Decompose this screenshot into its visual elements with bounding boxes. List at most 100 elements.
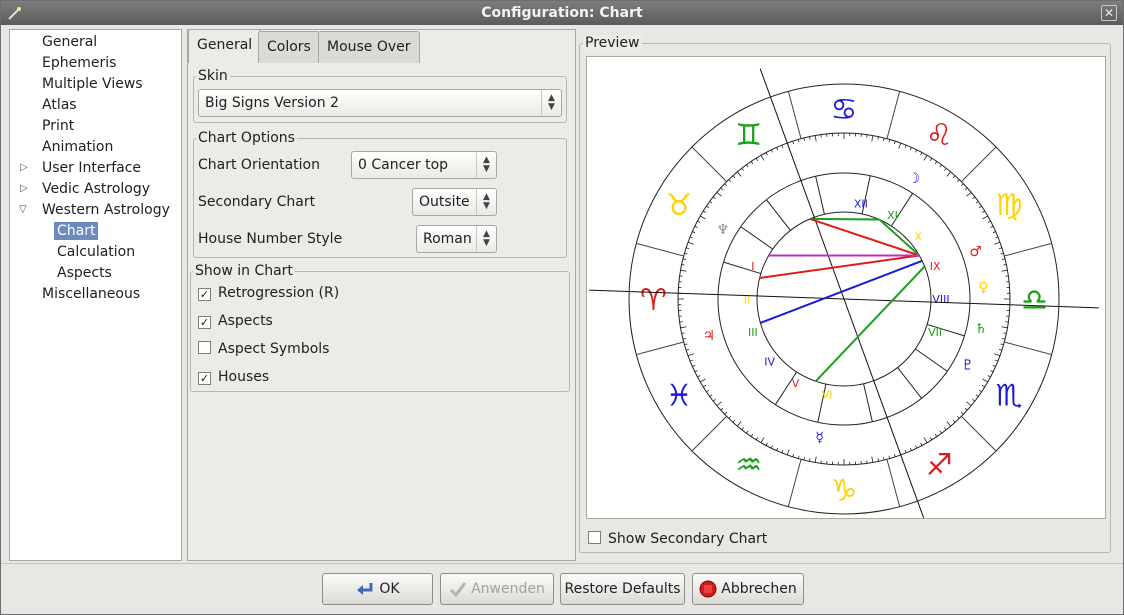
degree-tick [700,378,706,383]
house-number-label: II [744,293,751,306]
tree-item-animation[interactable]: Animation [42,137,113,158]
chart-orientation-select[interactable]: 0 Cancer top ▲ ▼ [351,151,497,179]
show-secondary-chart-checkbox[interactable]: Show Secondary Chart [588,529,767,549]
zodiac-sign-icon: ♈ [640,283,667,318]
close-icon[interactable]: ✕ [1101,5,1117,21]
tree-item-chart[interactable]: Chart [54,221,99,242]
show-in-chart-title: Show in Chart [193,263,295,279]
zodiac-sign-icon: ♎ [1021,283,1048,318]
degree-tick [684,252,688,255]
house-number-style-label: House Number Style [198,231,343,247]
degree-tick [765,152,768,156]
house-number-label: III [748,326,758,339]
house-number-label: IX [930,260,941,273]
degree-tick [966,401,972,407]
zodiac-sign-icon: ♊ [735,118,762,153]
degree-tick [871,135,874,142]
checkbox-checked-icon: ✓ [198,372,211,385]
enter-arrow-icon [357,583,373,595]
tree-item-miscellaneous[interactable]: Miscellaneous [42,284,140,305]
house-number-style-select[interactable]: Roman ▲ ▼ [416,225,497,253]
houses-checkbox[interactable]: ✓ Houses [198,367,269,387]
updown-arrows-icon: ▲ ▼ [476,226,496,252]
expand-arrow-icon[interactable]: ▷ [20,162,28,173]
degree-tick [998,247,1002,250]
tree-item-print[interactable]: Print [42,116,74,137]
zodiac-sign-icon: ♌ [926,118,953,153]
degree-tick [956,415,960,419]
tree-item-calculation[interactable]: Calculation [57,242,135,263]
degree-tick [960,411,964,415]
sign-divider [886,459,901,507]
restore-defaults-label: Restore Defaults [564,581,681,597]
planet-glyph-icon: ♂ [969,244,982,260]
tab-mouse-over[interactable]: Mouse Over [318,31,420,63]
expand-arrow-icon[interactable]: ▷ [20,183,28,194]
sign-divider [691,416,727,452]
degree-tick [920,442,923,446]
degree-tick [1002,258,1006,260]
tree-item-western-astrology[interactable]: Western Astrology [42,200,170,221]
checkbox-checked-icon: ✓ [198,316,211,329]
settings-tree: General Ephemeris Multiple Views Atlas P… [9,29,182,561]
sign-divider [886,91,901,139]
degree-tick [992,364,996,367]
restore-defaults-button[interactable]: Restore Defaults [560,573,685,605]
degree-tick [909,447,912,451]
degree-tick [1000,252,1004,255]
degree-tick [809,136,811,140]
house-number-label: XI [887,209,898,222]
degree-tick [724,411,728,415]
tab-general[interactable]: General [188,29,262,63]
degree-tick [728,415,732,419]
aspect-symbols-checkbox[interactable]: Aspect Symbols [198,339,329,359]
degree-tick [716,401,722,407]
degree-tick [686,247,690,250]
degree-tick [786,449,790,456]
degree-tick [994,236,999,239]
degree-tick [904,144,907,149]
degree-tick [987,375,991,378]
degree-tick [709,394,713,397]
degree-tick [893,141,896,145]
cancel-button[interactable]: Abbrechen [692,573,804,605]
window-title: Configuration: Chart [481,5,643,21]
degree-tick [687,241,694,245]
degree-tick [814,135,817,142]
degree-tick [982,378,988,383]
degree-tick [952,175,956,179]
degree-tick [728,179,732,183]
skin-select[interactable]: Big Signs Version 2 ▲ ▼ [198,89,562,117]
tree-item-multiple-views[interactable]: Multiple Views [42,74,143,95]
degree-tick [939,164,942,168]
chart-orientation-label: Chart Orientation [198,157,320,173]
degree-tick [944,427,947,431]
degree-tick [975,394,979,397]
planet-glyph-icon: ☿ [815,430,824,446]
house-cusp-line [815,176,825,215]
tree-item-aspects[interactable]: Aspects [57,263,112,284]
degree-tick [944,167,947,171]
aspects-checkbox[interactable]: ✓ Aspects [198,311,273,331]
degree-tick [982,215,988,220]
house-cusp-line [740,226,774,250]
retrogression-checkbox[interactable]: ✓ Retrogression (R) [198,283,339,303]
sign-divider [961,146,997,182]
tree-item-general[interactable]: General [42,32,97,53]
degree-tick [877,458,879,462]
degree-tick [990,370,994,373]
planet-glyph-icon: ♄ [975,321,988,337]
secondary-chart-select[interactable]: Outsite ▲ ▼ [412,188,497,216]
apply-button[interactable]: Anwenden [440,573,554,605]
tab-colors[interactable]: Colors [258,31,320,63]
ok-button[interactable]: OK [322,573,433,605]
collapse-arrow-icon[interactable]: ▽ [19,204,27,215]
degree-tick [712,399,716,402]
zodiac-sign-icon: ♑ [831,474,858,509]
degree-tick [966,191,972,197]
degree-tick [776,447,779,451]
tree-item-vedic-astrology[interactable]: Vedic Astrology [42,179,150,200]
tree-item-ephemeris[interactable]: Ephemeris [42,53,116,74]
tree-item-atlas[interactable]: Atlas [42,95,77,116]
tree-item-user-interface[interactable]: User Interface [42,158,141,179]
